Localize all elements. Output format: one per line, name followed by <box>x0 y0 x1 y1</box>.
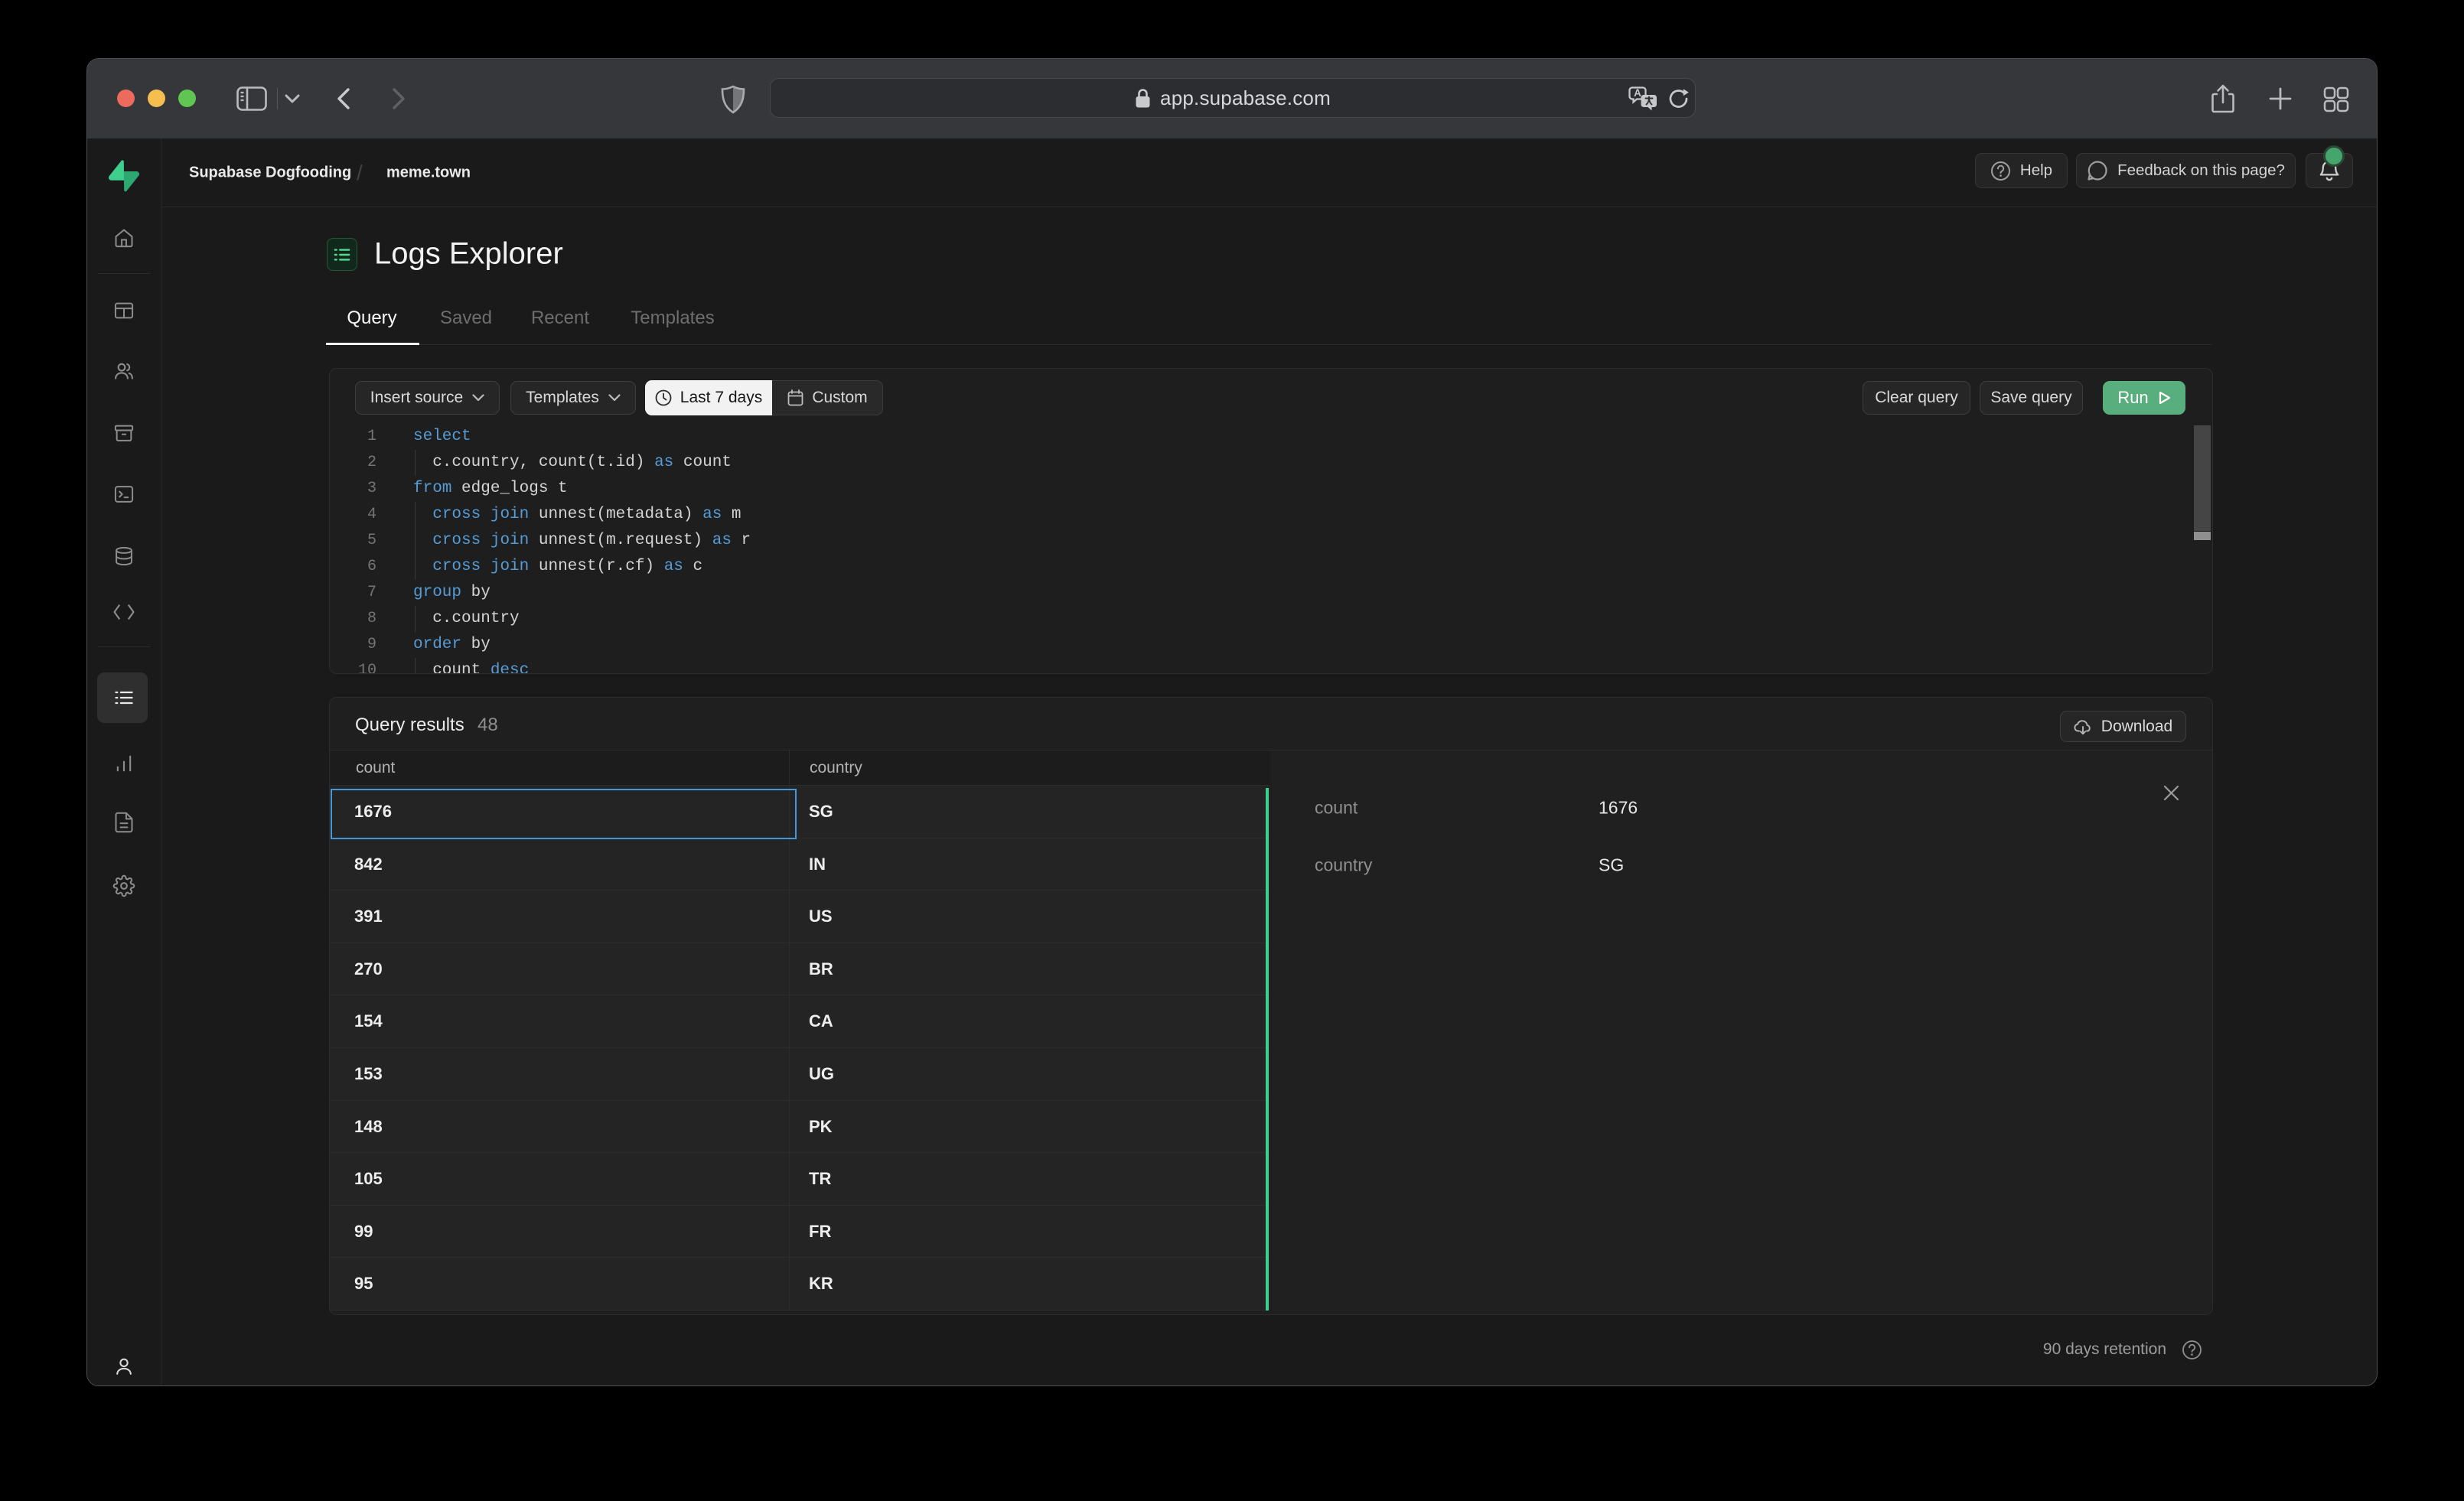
svg-text:A: A <box>1634 87 1641 99</box>
